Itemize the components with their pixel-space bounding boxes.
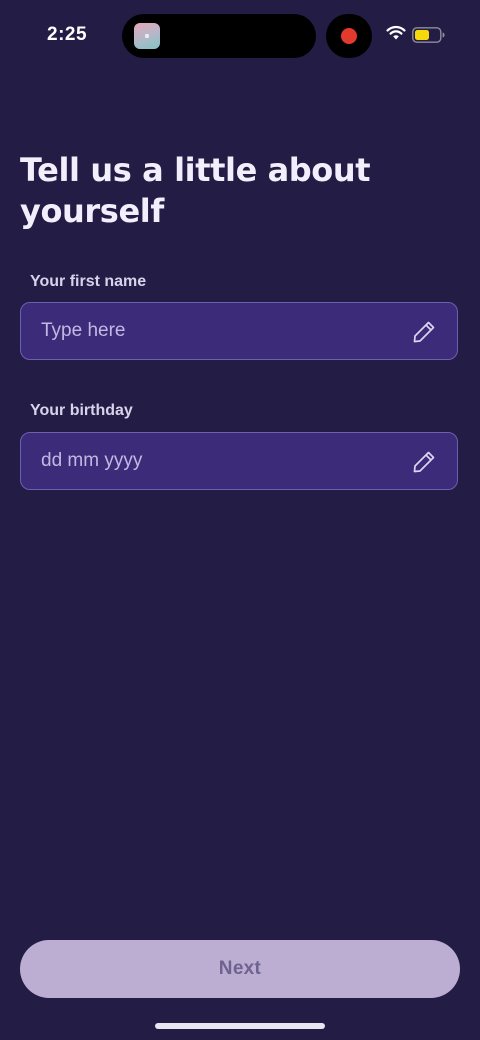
recording-dot-icon [341,28,357,44]
birthday-field[interactable] [20,432,458,490]
page-title: Tell us a little about yourself [20,151,371,230]
birthday-label: Your birthday [30,402,133,419]
pencil-icon[interactable] [411,449,437,475]
recording-indicator [326,14,372,58]
battery-icon [412,27,445,43]
status-bar: 2:25 [0,0,480,72]
first-name-label: Your first name [30,273,147,290]
app-icon [134,23,160,49]
next-button[interactable]: Next [20,940,460,998]
home-indicator[interactable] [155,1023,325,1029]
status-time: 2:25 [47,24,88,45]
wifi-icon [386,25,406,40]
first-name-input[interactable] [41,303,411,359]
first-name-field[interactable] [20,302,458,360]
pencil-icon[interactable] [411,319,437,345]
dynamic-island [122,14,316,58]
birthday-input[interactable] [41,433,411,489]
